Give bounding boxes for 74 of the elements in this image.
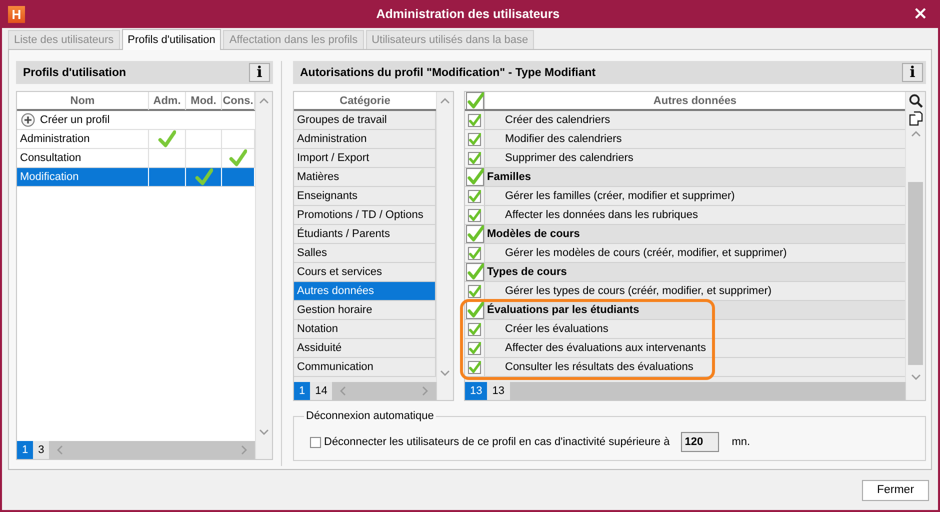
minutes-field[interactable]: 120 <box>680 432 719 452</box>
table-cell: Modification <box>17 168 149 186</box>
group-label: Modèles de cours <box>486 227 580 242</box>
checkbox[interactable] <box>466 168 484 186</box>
panel-title: Profils d'utilisation <box>23 66 126 78</box>
group-label: Types de cours <box>486 265 567 280</box>
checkbox[interactable] <box>466 225 484 243</box>
column-header[interactable]: Nom <box>17 92 149 110</box>
checkbox[interactable] <box>468 360 481 374</box>
close-button[interactable]: Fermer <box>862 480 929 500</box>
permission-label: Créer les évaluations <box>504 322 608 337</box>
checkbox[interactable] <box>468 208 481 222</box>
scroll-down-icon[interactable] <box>439 368 451 378</box>
permission-label: Consulter les résultats des évaluations <box>504 360 694 375</box>
add-icon <box>21 113 35 127</box>
scrollbar[interactable] <box>436 92 453 382</box>
group-title: Déconnexion automatique <box>305 410 435 422</box>
page-number[interactable]: 13 <box>465 382 488 400</box>
permission-label: Affecter des évaluations aux intervenants <box>504 341 706 356</box>
scroll-up-icon[interactable] <box>258 96 270 106</box>
permission-label: Gérer les types de cours (créér, modifier, et supprimer) <box>504 284 772 299</box>
column-header: Autres données <box>652 94 738 109</box>
window-title: Administration des utilisateurs <box>375 7 561 21</box>
app-logo: H <box>8 6 25 22</box>
column-header[interactable]: Mod. <box>186 92 222 110</box>
panel-title: Autorisations du profil "Modification" - Type Modifiant <box>300 66 596 78</box>
group-label: Évaluations par les étudiants <box>486 302 640 318</box>
profile-row[interactable]: Administration <box>17 130 255 149</box>
column-header[interactable]: Adm. <box>149 92 186 110</box>
tab[interactable]: Profils d'utilisation <box>122 29 222 50</box>
checkbox[interactable] <box>468 284 481 298</box>
page-count: 14 <box>310 382 332 400</box>
profile-row[interactable]: Modification <box>17 168 255 187</box>
checkbox[interactable] <box>466 263 484 281</box>
scroll-up-icon[interactable] <box>910 129 922 139</box>
checkbox[interactable] <box>468 322 481 336</box>
checkbox[interactable] <box>468 246 481 260</box>
scroll-down-icon[interactable] <box>258 427 270 437</box>
category-item[interactable]: Autres données <box>294 282 436 301</box>
permission-label: Modifier des calendriers <box>504 132 622 147</box>
scrollbar-corner <box>255 441 272 459</box>
page-number[interactable]: 1 <box>294 382 310 400</box>
permission-label: Gérer les familles (créer, modifier et supprimer) <box>504 189 735 204</box>
checkbox[interactable] <box>310 436 321 448</box>
permission-label: Affecter les données dans les rubriques <box>504 208 698 223</box>
column-header[interactable]: Catégorie <box>294 92 436 111</box>
checkbox[interactable] <box>468 132 481 146</box>
checkbox[interactable] <box>468 114 481 126</box>
group-label: Familles <box>486 170 532 185</box>
info-button[interactable]: i <box>249 63 270 82</box>
scroll-down-icon[interactable] <box>910 372 922 382</box>
scrollbar[interactable] <box>255 92 272 441</box>
unit-label: mn. <box>732 436 750 448</box>
copy-icon[interactable] <box>908 111 922 126</box>
permission-label: Gérer les modèles de cours (créér, modifier, et supprimer) <box>504 246 787 261</box>
search-icon[interactable] <box>908 94 922 108</box>
scroll-up-icon[interactable] <box>439 96 451 106</box>
info-button[interactable]: i <box>902 63 923 82</box>
permission-label: Supprimer des calendriers <box>504 151 634 166</box>
permission-label: Créer des calendriers <box>504 113 610 128</box>
checkbox[interactable] <box>468 152 481 164</box>
create-profile-row[interactable]: Créer un profil <box>17 111 255 130</box>
table-cell: Consultation <box>17 149 149 167</box>
page-number[interactable]: 1 <box>17 441 34 459</box>
checkbox[interactable] <box>468 342 481 354</box>
checkbox[interactable] <box>468 190 481 202</box>
table-cell: Administration <box>17 130 149 148</box>
page-count: 13 <box>487 382 510 400</box>
checkbox[interactable] <box>466 301 484 319</box>
page-count: 3 <box>33 441 50 459</box>
checkbox[interactable] <box>466 92 484 110</box>
close-button[interactable]: × <box>910 5 930 23</box>
checkbox-label: Déconnecter les utilisateurs de ce profil en cas d'inactivité supérieure à <box>324 436 670 448</box>
scrollbar-thumb[interactable] <box>908 182 923 365</box>
